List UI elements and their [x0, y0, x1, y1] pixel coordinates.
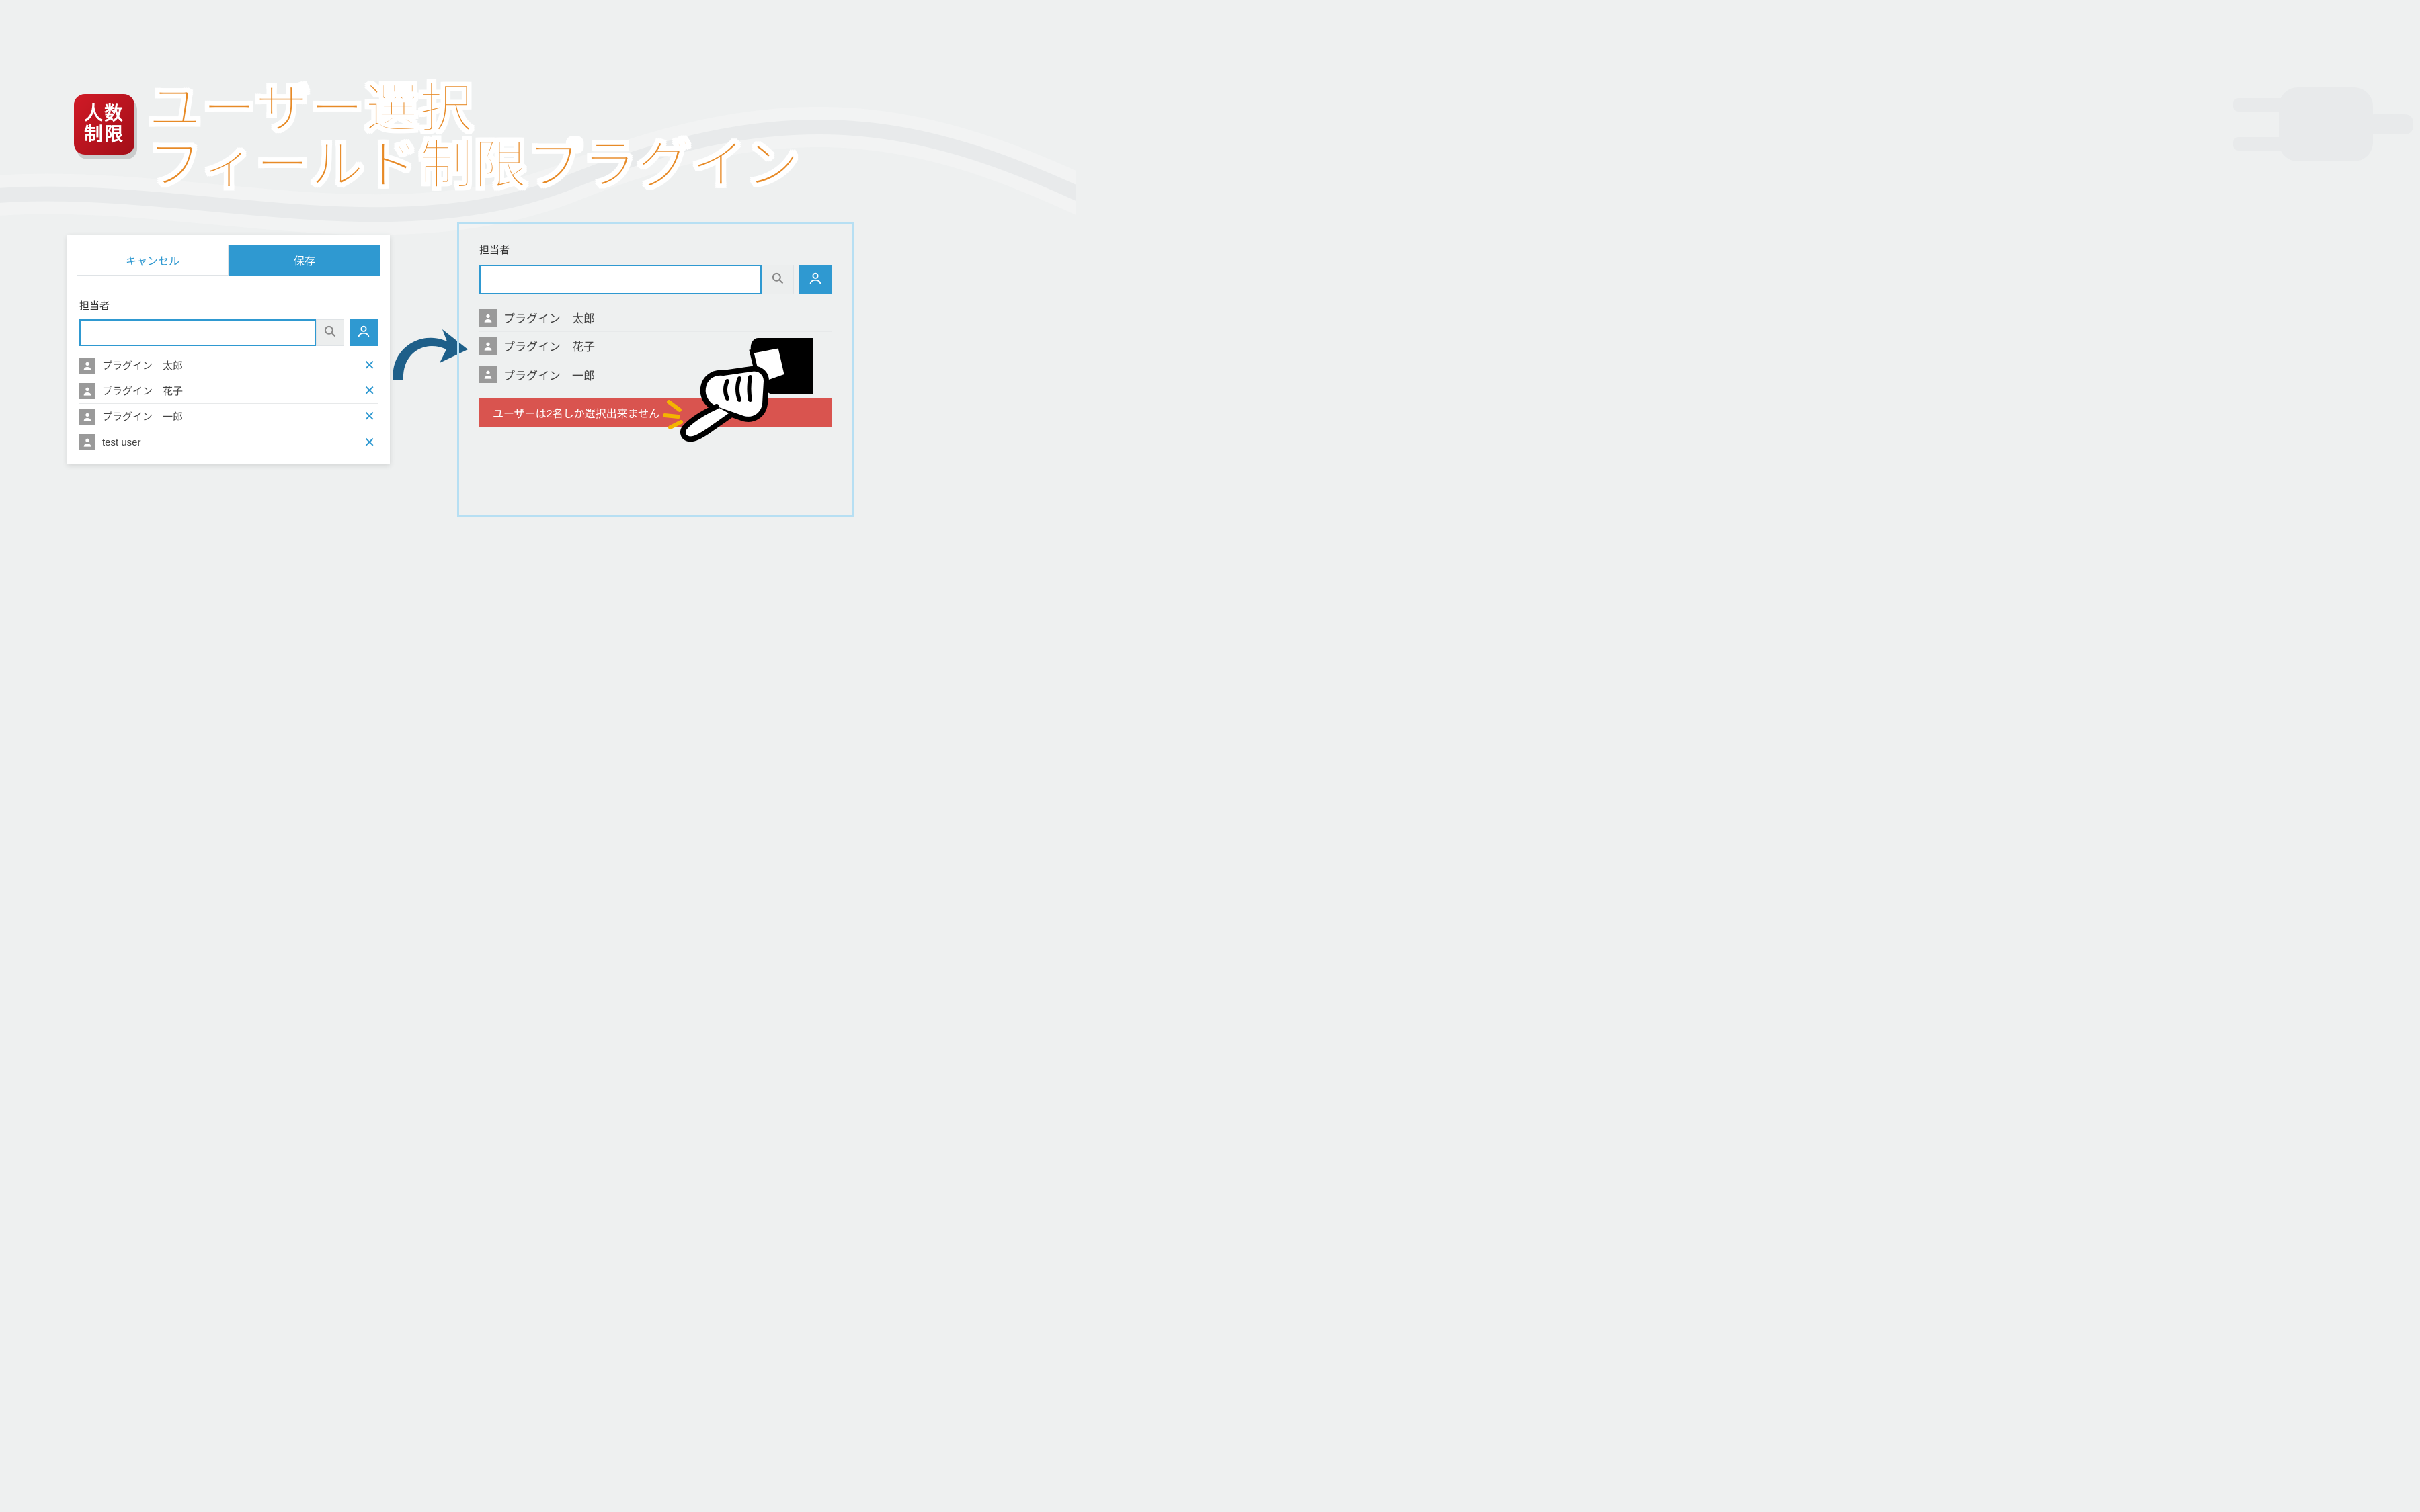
- search-row-left: [67, 319, 390, 353]
- button-row: キャンセル 保存: [67, 245, 390, 286]
- user-row: プラグイン 花子: [479, 332, 832, 360]
- avatar-icon: [79, 434, 95, 450]
- user-picker-button-right[interactable]: [799, 265, 832, 294]
- user-picker-button-left[interactable]: [350, 319, 378, 346]
- avatar-icon: [479, 309, 497, 327]
- field-label-left: 担当者: [67, 286, 390, 319]
- user-name: プラグイン 太郎: [503, 309, 595, 326]
- user-name: プラグイン 一郎: [503, 366, 595, 383]
- avatar-icon: [79, 383, 95, 399]
- user-row: プラグイン 一郎 ✕: [79, 404, 378, 429]
- user-list-left: プラグイン 太郎 ✕ プラグイン 花子 ✕ プラグイン 一郎 ✕ test user ✕: [67, 353, 390, 455]
- user-row: プラグイン 太郎 ✕: [79, 353, 378, 378]
- error-banner: ユーザーは2名しか選択出来ません: [479, 398, 832, 427]
- user-name: test user: [102, 437, 141, 448]
- page-title: ユーザー選択 フィールド制限プラグイン: [148, 81, 800, 194]
- save-button[interactable]: 保存: [229, 245, 380, 276]
- remove-button[interactable]: ✕: [361, 382, 378, 399]
- title-line1: ユーザー選択: [148, 81, 800, 137]
- app-badge: 人数 制限: [74, 94, 134, 155]
- remove-button[interactable]: ✕: [361, 434, 378, 451]
- avatar-icon: [479, 337, 497, 355]
- remove-button[interactable]: ✕: [361, 408, 378, 425]
- search-input-right[interactable]: [479, 265, 762, 294]
- user-row: プラグイン 一郎: [479, 360, 832, 388]
- search-button-left[interactable]: [316, 319, 344, 346]
- search-row-right: [479, 265, 832, 304]
- page-title-block: 人数 制限 ユーザー選択 フィールド制限プラグイン: [74, 81, 800, 194]
- user-row: プラグイン 太郎: [479, 304, 832, 332]
- user-name: プラグイン 太郎: [102, 358, 183, 372]
- right-panel: 担当者 プラグイン 太郎プラグイン 花子プラグイン 一郎 ユーザーは2名しか選択…: [457, 222, 854, 517]
- user-row: プラグイン 花子 ✕: [79, 378, 378, 404]
- user-picker-icon: [356, 324, 371, 342]
- badge-line1: 人数: [84, 103, 124, 124]
- title-line2: フィールド制限プラグイン: [148, 137, 800, 194]
- avatar-icon: [479, 366, 497, 383]
- user-name: プラグイン 花子: [503, 337, 595, 354]
- user-row: test user ✕: [79, 429, 378, 455]
- search-button-right[interactable]: [762, 265, 794, 294]
- avatar-icon: [79, 358, 95, 374]
- field-label-right: 担当者: [479, 243, 832, 265]
- user-picker-icon: [808, 271, 823, 289]
- search-input-left[interactable]: [79, 319, 316, 346]
- left-panel: キャンセル 保存 担当者 プラグイン 太郎 ✕ プラグイン 花子 ✕ プラグイン 一郎 ✕…: [67, 235, 390, 464]
- search-icon: [323, 325, 337, 341]
- user-name: プラグイン 一郎: [102, 409, 183, 423]
- cancel-button[interactable]: キャンセル: [77, 245, 229, 276]
- avatar-icon: [79, 409, 95, 425]
- user-list-right: プラグイン 太郎プラグイン 花子プラグイン 一郎: [479, 304, 832, 388]
- search-icon: [771, 271, 784, 288]
- badge-line2: 制限: [84, 124, 124, 145]
- background-decoration: [0, 0, 2420, 1512]
- remove-button[interactable]: ✕: [361, 357, 378, 374]
- user-name: プラグイン 花子: [102, 384, 183, 398]
